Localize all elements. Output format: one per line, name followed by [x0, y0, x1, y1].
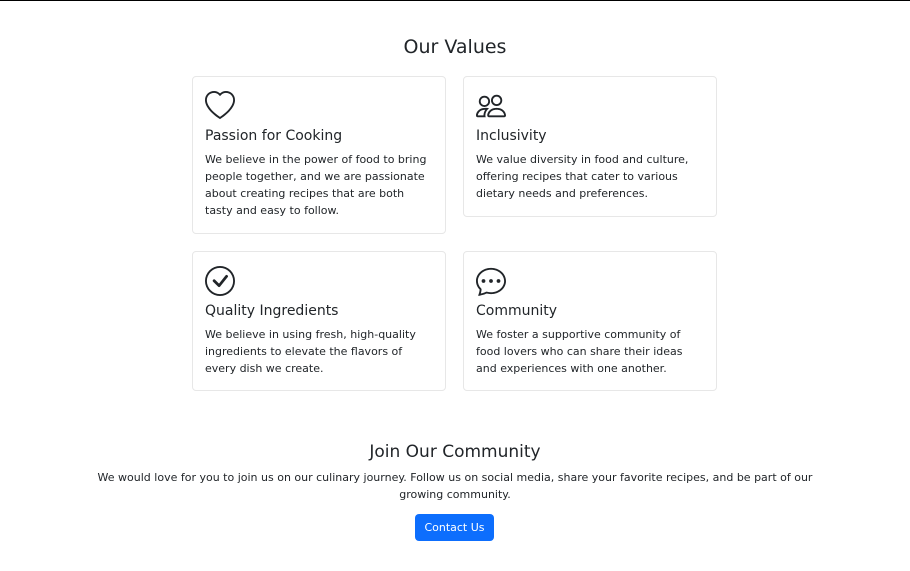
heart-icon — [205, 91, 235, 121]
contact-us-button[interactable]: Contact Us — [415, 514, 494, 541]
card-text: We value diversity in food and culture, … — [476, 153, 689, 200]
card-text: We believe in using fresh, high-quality … — [205, 328, 416, 375]
join-description: We would love for you to join us on our … — [97, 471, 813, 501]
join-heading: Join Our Community — [369, 442, 541, 462]
value-card-quality: Quality Ingredients We believe in using … — [192, 251, 446, 391]
values-heading: Our Values — [403, 36, 507, 58]
chat-dots-icon — [476, 266, 506, 296]
value-card-passion: Passion for Cooking We believe in the po… — [192, 76, 446, 234]
card-text: We foster a supportive community of food… — [476, 328, 683, 375]
card-text: We believe in the power of food to bring… — [205, 153, 427, 217]
card-title: Inclusivity — [476, 128, 547, 144]
top-divider — [0, 0, 910, 1]
people-icon — [476, 91, 506, 121]
value-card-community: Community We foster a supportive communi… — [463, 251, 717, 391]
card-title: Passion for Cooking — [205, 128, 343, 144]
card-title: Quality Ingredients — [205, 303, 339, 319]
check-circle-icon — [205, 266, 235, 296]
value-card-inclusivity: Inclusivity We value diversity in food a… — [463, 76, 717, 217]
card-title: Community — [476, 303, 558, 319]
